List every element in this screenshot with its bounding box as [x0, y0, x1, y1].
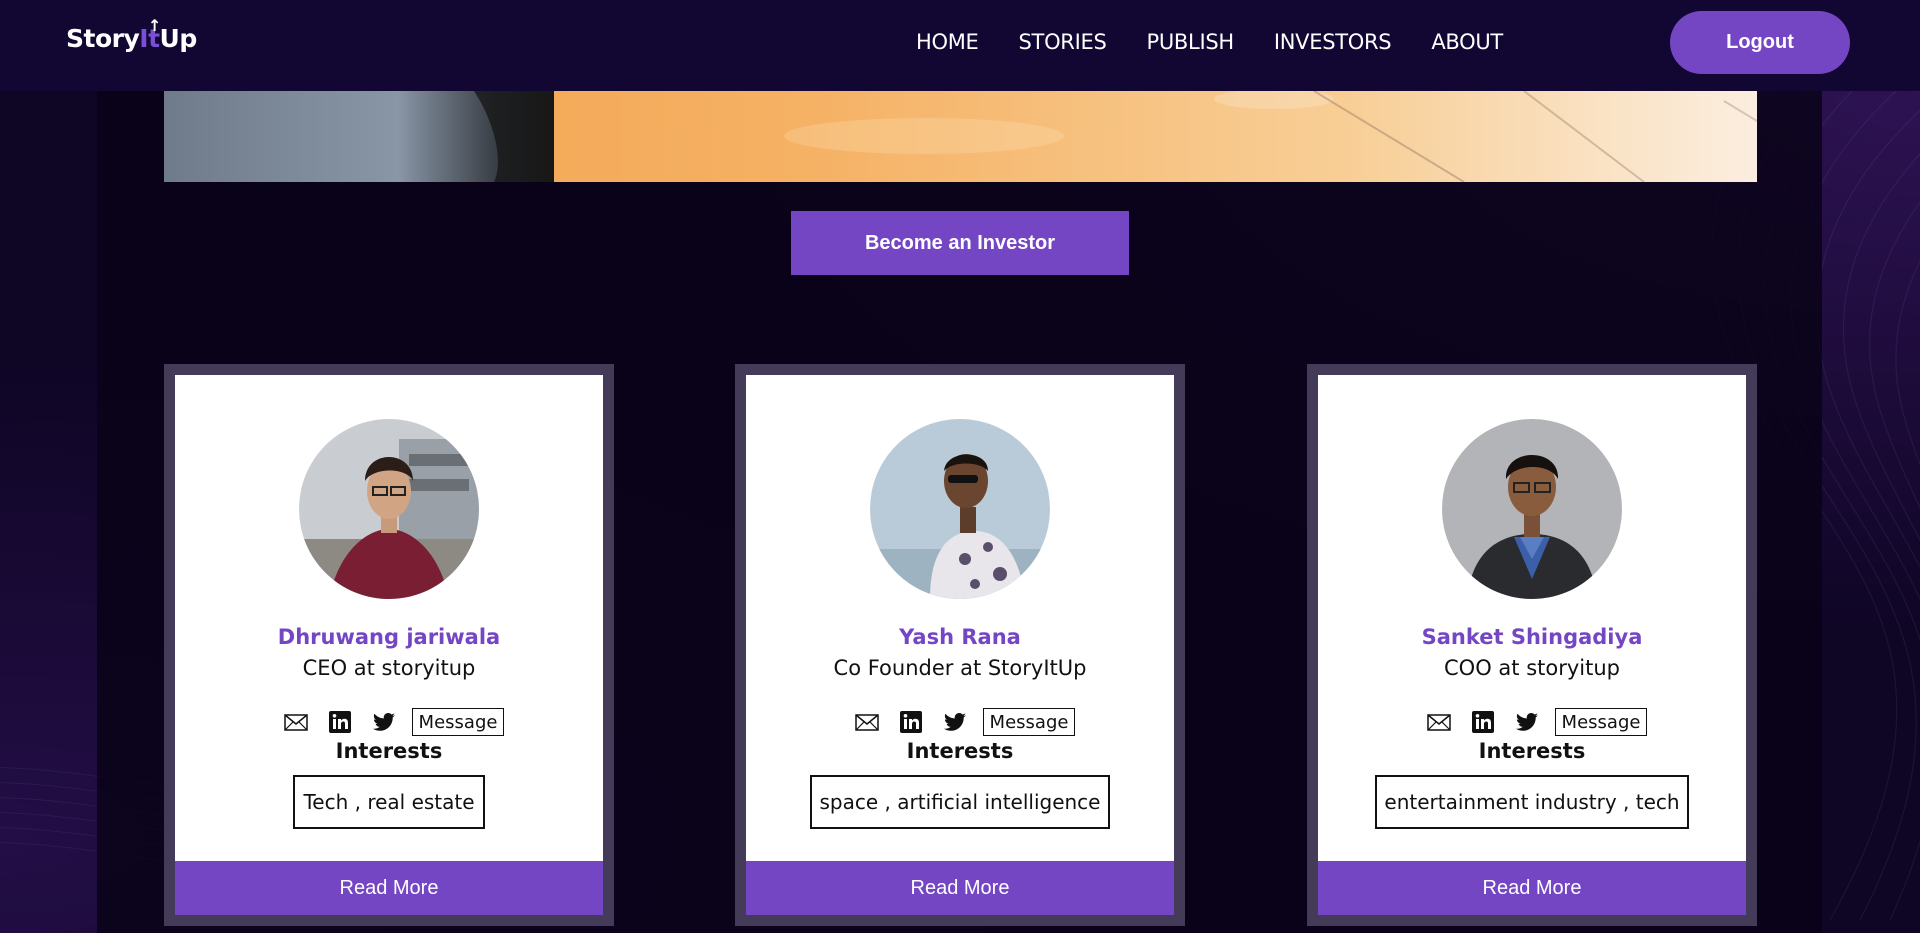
social-links: Message: [175, 708, 603, 736]
investor-role: COO at storyitup: [1444, 656, 1620, 680]
email-icon[interactable]: [283, 709, 309, 735]
main-content: Become an Investor Dhruwang jariwala CEO…: [97, 91, 1822, 933]
twitter-icon[interactable]: [1514, 709, 1540, 735]
interests-heading: Interests: [335, 739, 443, 763]
logout-button[interactable]: Logout: [1670, 11, 1850, 74]
social-links: Message: [1318, 708, 1746, 736]
interests-heading: Interests: [906, 739, 1014, 763]
hero-image-texture: [474, 91, 1757, 182]
investor-name: Yash Rana: [899, 625, 1021, 649]
investor-role: CEO at storyitup: [302, 656, 476, 680]
storyitup-logo[interactable]: StoryItUp ↑: [66, 16, 198, 53]
linkedin-icon[interactable]: [898, 709, 924, 735]
email-icon[interactable]: [854, 709, 880, 735]
nav-link-about[interactable]: ABOUT: [1431, 30, 1503, 54]
social-links: Message: [746, 708, 1174, 736]
interests-box: entertainment industry , tech: [1375, 775, 1689, 829]
twitter-icon[interactable]: [942, 709, 968, 735]
logo-text-up: Up: [159, 24, 198, 53]
read-more-button[interactable]: Read More: [746, 861, 1174, 915]
avatar: [1442, 419, 1622, 599]
message-button[interactable]: Message: [982, 708, 1076, 736]
interests-heading: Interests: [1478, 739, 1586, 763]
twitter-icon[interactable]: [371, 709, 397, 735]
nav-links: HOME STORIES PUBLISH INVESTORS ABOUT: [916, 30, 1543, 54]
investor-card: Dhruwang jariwala CEO at storyitup Messa…: [164, 364, 614, 926]
investor-name: Sanket Shingadiya: [1421, 625, 1643, 649]
read-more-button[interactable]: Read More: [1318, 861, 1746, 915]
linkedin-icon[interactable]: [1470, 709, 1496, 735]
investor-role: Co Founder at StoryItUp: [833, 656, 1087, 680]
linkedin-icon[interactable]: [327, 709, 353, 735]
nav-link-investors[interactable]: INVESTORS: [1274, 30, 1392, 54]
nav-link-stories[interactable]: STORIES: [1019, 30, 1107, 54]
become-investor-button[interactable]: Become an Investor: [791, 211, 1129, 275]
email-icon[interactable]: [1426, 709, 1452, 735]
interests-box: space , artificial intelligence: [810, 775, 1110, 829]
read-more-button[interactable]: Read More: [175, 861, 603, 915]
message-button[interactable]: Message: [1554, 708, 1648, 736]
nav-link-home[interactable]: HOME: [916, 30, 979, 54]
nav-link-publish[interactable]: PUBLISH: [1147, 30, 1235, 54]
avatar: [870, 419, 1050, 599]
hero-banner-image: [164, 91, 1757, 182]
logo-text-story: Story: [66, 24, 140, 53]
message-button[interactable]: Message: [411, 708, 505, 736]
investor-name: Dhruwang jariwala: [277, 625, 501, 649]
investor-card: Yash Rana Co Founder at StoryItUp Messag…: [735, 364, 1185, 926]
top-navbar: StoryItUp ↑ HOME STORIES PUBLISH INVESTO…: [0, 0, 1920, 91]
investor-card: Sanket Shingadiya COO at storyitup Messa…: [1307, 364, 1757, 926]
avatar: [299, 419, 479, 599]
interests-box: Tech , real estate: [293, 775, 485, 829]
logo-arrow-icon: ↑: [148, 16, 161, 35]
